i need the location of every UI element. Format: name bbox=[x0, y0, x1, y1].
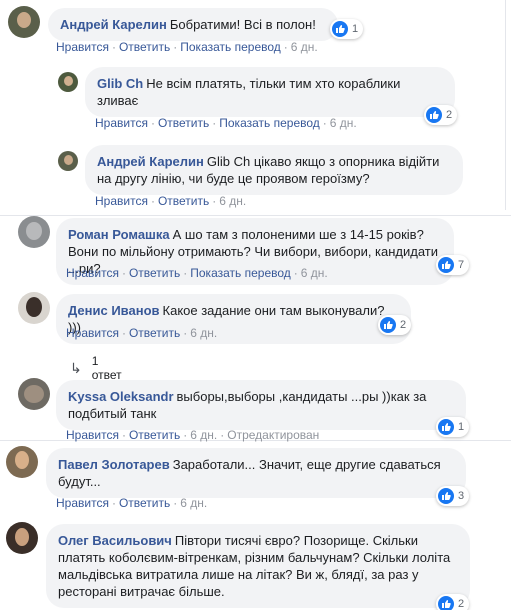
like-button[interactable]: Нравится bbox=[95, 194, 148, 208]
comment-author[interactable]: Kyssa Oleksandr bbox=[68, 389, 174, 404]
avatar[interactable] bbox=[6, 446, 38, 478]
comment-bubble: Павел Золотарев Заработали... Значит, еще… bbox=[46, 448, 466, 498]
reply-button[interactable]: Ответить bbox=[158, 116, 209, 130]
thread-line bbox=[505, 0, 506, 210]
comment-bubble: Андрей Карелин Glib Ch цікаво якщо з опор… bbox=[85, 145, 463, 195]
like-button[interactable]: Нравится bbox=[66, 266, 119, 280]
avatar[interactable] bbox=[18, 292, 50, 324]
comment-actions: Нравится · Ответить · Показать перевод · 6 дн. bbox=[66, 266, 328, 280]
timestamp[interactable]: 6 дн. bbox=[301, 266, 328, 280]
edited-label[interactable]: Отредактирован bbox=[227, 428, 319, 442]
reaction-count-value: 1 bbox=[458, 421, 465, 433]
like-button[interactable]: Нравится bbox=[66, 428, 119, 442]
reaction-count[interactable]: 1 bbox=[330, 19, 364, 39]
reply-button[interactable]: Ответить bbox=[129, 266, 180, 280]
timestamp[interactable]: 6 дн. bbox=[330, 116, 357, 130]
reaction-count[interactable]: 2 bbox=[378, 315, 412, 335]
like-icon bbox=[426, 107, 442, 123]
translate-link[interactable]: Показать перевод bbox=[190, 266, 291, 280]
avatar[interactable] bbox=[58, 151, 78, 171]
comment-actions: Нравится · Ответить · Показать перевод · 6 дн. bbox=[56, 40, 318, 54]
reaction-count-value: 1 bbox=[352, 23, 359, 35]
reply-button[interactable]: Ответить bbox=[158, 194, 209, 208]
comment-author[interactable]: Денис Иванов bbox=[68, 303, 160, 318]
replies-count[interactable]: 1 ответ bbox=[92, 354, 122, 382]
comment-author[interactable]: Роман Ромашка bbox=[68, 227, 170, 242]
like-icon bbox=[438, 419, 454, 435]
avatar[interactable] bbox=[58, 72, 78, 92]
like-icon bbox=[380, 317, 396, 333]
comment-actions: Нравится · Ответить · 6 дн. bbox=[95, 194, 247, 208]
like-icon bbox=[438, 596, 454, 610]
avatar[interactable] bbox=[6, 522, 38, 554]
reply-button[interactable]: Ответить bbox=[119, 496, 170, 510]
reaction-count[interactable]: 7 bbox=[436, 255, 470, 275]
reply-button[interactable]: Ответить bbox=[129, 428, 180, 442]
timestamp[interactable]: 6 дн. bbox=[190, 428, 217, 442]
timestamp[interactable]: 6 дн. bbox=[190, 326, 217, 340]
comment-actions: Нравится · Ответить · Показать перевод · 6 дн. bbox=[95, 116, 357, 130]
reaction-count-value: 2 bbox=[446, 109, 453, 121]
reaction-count-value: 2 bbox=[458, 598, 465, 610]
reply-button[interactable]: Ответить bbox=[129, 326, 180, 340]
comment-author[interactable]: Олег Васильович bbox=[58, 533, 172, 548]
like-icon bbox=[438, 488, 454, 504]
reaction-count[interactable]: 2 bbox=[436, 594, 470, 610]
like-icon bbox=[332, 21, 348, 37]
comment-author[interactable]: Glib Ch bbox=[97, 76, 143, 91]
like-button[interactable]: Нравится bbox=[56, 40, 109, 54]
like-button[interactable]: Нравится bbox=[66, 326, 119, 340]
comment-bubble: Олег Васильович Півтори тисячі євро? Позо… bbox=[46, 524, 470, 608]
like-button[interactable]: Нравится bbox=[56, 496, 109, 510]
reaction-count[interactable]: 3 bbox=[436, 486, 470, 506]
comment-author[interactable]: Павел Золотарев bbox=[58, 457, 170, 472]
like-button[interactable]: Нравится bbox=[95, 116, 148, 130]
reaction-count[interactable]: 2 bbox=[424, 105, 458, 125]
comment-text: Бобратими! Всі в полон! bbox=[169, 17, 316, 32]
comment-author[interactable]: Андрей Карелин bbox=[60, 17, 167, 32]
reply-arrow-icon: ↳ bbox=[70, 359, 82, 376]
comment-author[interactable]: Андрей Карелин bbox=[97, 154, 204, 169]
translate-link[interactable]: Показать перевод bbox=[219, 116, 320, 130]
comment-actions: Нравится · Ответить · 6 дн. bbox=[66, 326, 218, 340]
reaction-count-value: 7 bbox=[458, 259, 465, 271]
like-icon bbox=[438, 257, 454, 273]
avatar[interactable] bbox=[18, 378, 50, 410]
comment-bubble: Андрей Карелин Бобратими! Всі в полон! bbox=[48, 8, 338, 41]
reaction-count-value: 3 bbox=[458, 490, 465, 502]
reaction-count[interactable]: 1 bbox=[436, 417, 470, 437]
comment-bubble: Glib Ch Не всім платять, тільки тим хто к… bbox=[85, 67, 455, 117]
translate-link[interactable]: Показать перевод bbox=[180, 40, 281, 54]
divider bbox=[0, 215, 511, 216]
avatar[interactable] bbox=[18, 216, 50, 248]
reply-button[interactable]: Ответить bbox=[119, 40, 170, 54]
timestamp[interactable]: 6 дн. bbox=[291, 40, 318, 54]
view-replies-link[interactable]: ↳ 1 ответ bbox=[70, 354, 122, 382]
timestamp[interactable]: 6 дн. bbox=[180, 496, 207, 510]
comment-actions: Нравится · Ответить · 6 дн. bbox=[56, 496, 208, 510]
comment-bubble: Kyssa Oleksandr выборы,выборы ,кандидаты … bbox=[56, 380, 466, 430]
reaction-count-value: 2 bbox=[400, 319, 407, 331]
avatar[interactable] bbox=[8, 6, 40, 38]
comment-actions: Нравится · Ответить · 6 дн. · Отредактирован bbox=[66, 428, 320, 442]
timestamp[interactable]: 6 дн. bbox=[219, 194, 246, 208]
